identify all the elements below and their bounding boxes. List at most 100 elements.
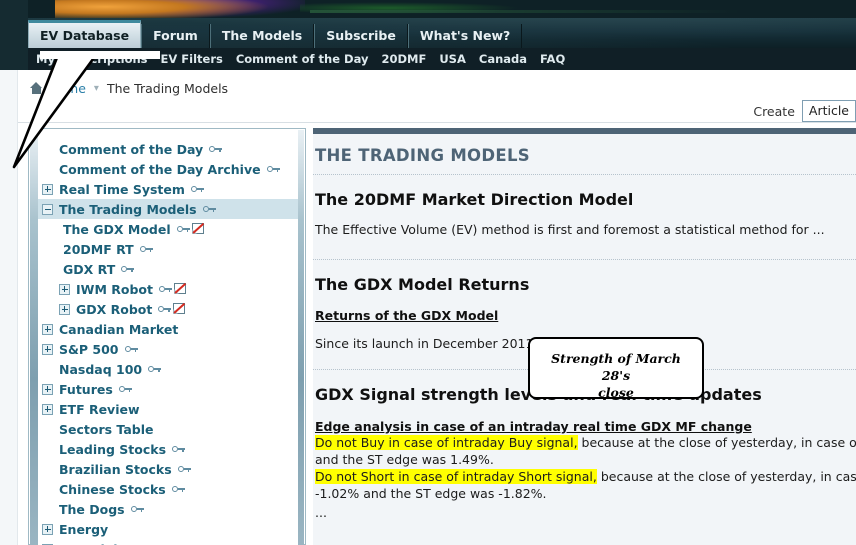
chart-document-icon xyxy=(173,282,187,295)
sidebar-item-label: GDX Robot xyxy=(76,301,153,317)
sidebar-item-the-dogs[interactable]: The Dogs xyxy=(38,499,298,519)
section-text-20dmf: The Effective Volume (EV) method is firs… xyxy=(315,222,825,237)
subnav-item-comment-of-the-day[interactable]: Comment of the Day xyxy=(236,52,369,66)
sidebar-item-label: Energy xyxy=(59,521,109,537)
sidebar-item-the-gdx-model[interactable]: The GDX Model xyxy=(38,219,298,239)
section-heading-gdx-signal-strength: GDX Signal strength levels and real time… xyxy=(315,385,762,404)
sidebar-item-label: Real Time System xyxy=(59,181,185,197)
sidebar-item-futures[interactable]: Futures xyxy=(38,379,298,399)
sidebar-item-materials[interactable]: Materials xyxy=(38,539,298,545)
sidebar-item-label: Brazilian Stocks xyxy=(59,461,172,477)
expand-plus-icon[interactable] xyxy=(59,303,70,315)
sidebar-item-label: Canadian Market xyxy=(59,321,179,337)
tab-forum[interactable]: Forum xyxy=(141,24,210,48)
buy-signal-highlight: Do not Buy in case of intraday Buy signa… xyxy=(315,435,578,450)
sidebar-item-label: The Dogs xyxy=(59,501,125,517)
key-icon xyxy=(130,504,145,514)
key-icon xyxy=(176,224,191,234)
buy-signal-rest: because at the close of yesterday, in ca… xyxy=(581,435,856,450)
collapse-minus-icon[interactable] xyxy=(42,203,53,215)
truncation-ellipsis: ... xyxy=(315,505,327,520)
returns-of-the-gdx-model-link[interactable]: Returns of the GDX Model xyxy=(315,308,856,323)
sidebar-item-leading-stocks[interactable]: Leading Stocks xyxy=(38,439,298,459)
divider xyxy=(313,174,856,175)
divider xyxy=(313,259,856,260)
sidebar-item-gdx-rt[interactable]: GDX RT xyxy=(38,259,298,279)
key-icon xyxy=(158,284,173,294)
sidebar-item-nasdaq-100[interactable]: Nasdaq 100 xyxy=(38,359,298,379)
expand-plus-icon[interactable] xyxy=(42,383,53,395)
subnav-item-usa[interactable]: USA xyxy=(439,52,466,66)
tab-the-models[interactable]: The Models xyxy=(209,24,315,48)
chart-document-icon xyxy=(173,302,186,315)
sidebar-item-label: Sectors Table xyxy=(59,421,154,437)
short-signal-highlight: Do not Short in case of intraday Short s… xyxy=(315,469,597,484)
key-icon xyxy=(171,484,186,494)
expand-plus-icon[interactable] xyxy=(42,343,53,355)
primary-tab-bar: EV Database Forum The Models Subscribe What'… xyxy=(28,18,856,48)
section-heading-gdx-returns: The GDX Model Returns xyxy=(315,275,530,294)
sidebar-item-energy[interactable]: Energy xyxy=(38,519,298,539)
create-label: Create xyxy=(753,103,795,119)
tab-ev-database[interactable]: EV Database xyxy=(28,20,142,48)
expand-plus-icon[interactable] xyxy=(42,183,53,195)
content-body: THE TRADING MODELS The 20DMF Market Dire… xyxy=(313,134,856,520)
sidebar-scrollbar-left[interactable] xyxy=(30,130,38,545)
expand-plus-icon[interactable] xyxy=(42,403,53,415)
key-icon xyxy=(209,144,223,154)
sidebar-item-label: Materials xyxy=(59,542,125,545)
sidebar-item-canadian-market[interactable]: Canadian Market xyxy=(38,319,298,339)
key-icon xyxy=(158,304,172,314)
navigation-tree: Comment of the Day Comment of the Day Arc… xyxy=(38,130,298,545)
key-icon xyxy=(190,184,205,194)
sidebar-item-label: 20DMF RT xyxy=(63,241,134,257)
sidebar-item-sectors-table[interactable]: Sectors Table xyxy=(38,419,298,439)
sidebar-item-gdx-robot[interactable]: GDX Robot xyxy=(38,299,298,319)
section-heading-20dmf: The 20DMF Market Direction Model xyxy=(315,190,634,209)
short-signal-rest: because at the close of yesterday, in ca… xyxy=(600,469,856,484)
tab-what-s-new[interactable]: What's New? xyxy=(407,24,523,48)
short-signal-line2: -1.02% and the ST edge was -1.82%. xyxy=(315,486,547,501)
edge-analysis-heading: Edge analysis in case of an intraday rea… xyxy=(315,419,752,434)
callout-tail xyxy=(12,51,160,169)
sidebar-panel: Comment of the Day Comment of the Day Arc… xyxy=(28,128,306,545)
sidebar-item-label: Leading Stocks xyxy=(59,441,167,457)
main-content-panel: THE TRADING MODELS The 20DMF Market Dire… xyxy=(313,128,856,545)
expand-plus-icon[interactable] xyxy=(59,283,70,295)
subnav-item-20dmf[interactable]: 20DMF xyxy=(381,52,426,66)
key-icon xyxy=(121,264,135,274)
create-type-select[interactable]: Article xyxy=(801,100,856,122)
sidebar-item-brazilian-stocks[interactable]: Brazilian Stocks xyxy=(38,459,298,479)
subnav-item-canada[interactable]: Canada xyxy=(479,52,527,66)
sidebar-item-real-time-system[interactable]: Real Time System xyxy=(38,179,298,199)
key-icon xyxy=(202,204,217,214)
divider xyxy=(313,369,856,370)
banner-artwork xyxy=(55,0,305,18)
banner-artwork-streak xyxy=(310,10,740,13)
site-banner-strip xyxy=(0,0,856,18)
chart-document-icon xyxy=(191,222,205,235)
sidebar-item-label: Futures xyxy=(59,381,113,397)
key-icon xyxy=(148,364,162,374)
sidebar-item-s-p-500[interactable]: S&P 500 xyxy=(38,339,298,359)
banner-left-gutter xyxy=(0,0,28,18)
buy-signal-line: Do not Buy in case of intraday Buy signa… xyxy=(315,435,856,451)
expand-plus-icon[interactable] xyxy=(42,323,53,335)
key-icon xyxy=(266,164,281,174)
expand-plus-icon[interactable] xyxy=(42,523,53,535)
short-signal-line: Do not Short in case of intraday Short s… xyxy=(315,469,856,485)
sidebar-item-etf-review[interactable]: ETF Review xyxy=(38,399,298,419)
sidebar-item-label: Nasdaq 100 xyxy=(59,361,143,377)
sidebar-item-label: The GDX Model xyxy=(63,221,171,237)
sidebar-item-iwm-robot[interactable]: IWM Robot xyxy=(38,279,298,299)
sidebar-item-the-trading-models[interactable]: The Trading Models xyxy=(38,199,298,219)
subnav-item-faq[interactable]: FAQ xyxy=(540,52,565,66)
create-content-toolbar: Create Article xyxy=(753,100,856,122)
sidebar-item-label: GDX RT xyxy=(63,261,116,277)
page-title: THE TRADING MODELS xyxy=(315,146,530,165)
tab-subscribe[interactable]: Subscribe xyxy=(314,24,408,48)
sidebar-item-chinese-stocks[interactable]: Chinese Stocks xyxy=(38,479,298,499)
key-icon xyxy=(124,344,139,354)
key-icon xyxy=(172,444,186,454)
sidebar-item-20dmf-rt[interactable]: 20DMF RT xyxy=(38,239,298,259)
